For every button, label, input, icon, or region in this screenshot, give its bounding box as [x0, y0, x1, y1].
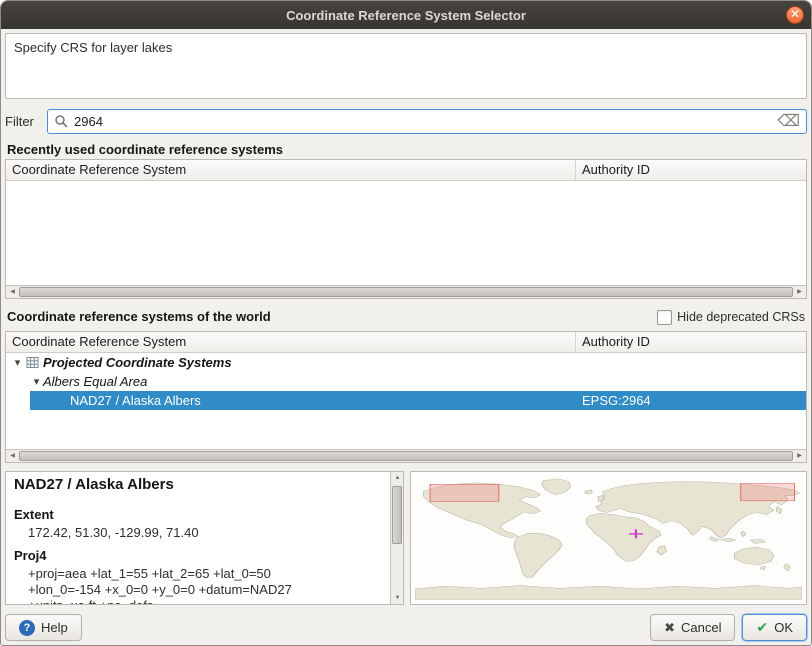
details-vertical-scrollbar[interactable]: ▲ ▼ — [390, 472, 403, 604]
dialog-button-row: ? Help ✖ Cancel ✔ OK — [5, 614, 807, 641]
scroll-up-icon[interactable]: ▲ — [391, 472, 404, 484]
bottom-panels: NAD27 / Alaska Albers Extent 172.42, 51.… — [5, 471, 807, 605]
extent-preview-map — [410, 471, 807, 605]
search-icon — [54, 114, 69, 134]
tree-subgroup-label: Albers Equal Area — [43, 374, 147, 389]
column-header-authority[interactable]: Authority ID — [576, 160, 806, 180]
column-header-crs[interactable]: Coordinate Reference System — [6, 160, 576, 180]
filter-label: Filter — [5, 114, 47, 129]
tree-group-label: Projected Coordinate Systems — [43, 355, 232, 370]
crs-authority-cell: EPSG:2964 — [576, 391, 806, 410]
tree-item-nad27-alaska-albers[interactable]: NAD27 / Alaska Albers EPSG:2964 — [6, 391, 806, 410]
recent-crs-table: Coordinate Reference System Authority ID… — [5, 159, 807, 299]
extent-label: Extent — [14, 507, 382, 522]
world-table-header: Coordinate Reference System Authority ID — [6, 332, 806, 353]
titlebar[interactable]: Coordinate Reference System Selector ✕ — [1, 1, 811, 29]
recent-heading: Recently used coordinate reference syste… — [7, 142, 807, 159]
scroll-down-icon[interactable]: ▼ — [391, 592, 404, 604]
hide-deprecated-label: Hide deprecated CRSs — [677, 310, 805, 324]
filter-input[interactable] — [74, 114, 780, 129]
column-header-authority[interactable]: Authority ID — [576, 332, 806, 352]
ok-button[interactable]: ✔ OK — [742, 614, 807, 641]
help-button[interactable]: ? Help — [5, 614, 82, 641]
crs-selector-dialog: Coordinate Reference System Selector ✕ S… — [0, 0, 812, 646]
scrollbar-handle[interactable] — [392, 486, 402, 544]
grid-icon — [26, 356, 39, 369]
message-text: Specify CRS for layer lakes — [14, 40, 172, 55]
close-icon[interactable]: ✕ — [786, 6, 804, 24]
checkbox-box[interactable] — [657, 310, 672, 325]
world-crs-tree: ▾ Projected Coordinate Systems ▾ Albers … — [6, 353, 806, 449]
collapse-arrow-icon[interactable]: ▾ — [11, 356, 24, 369]
recent-horizontal-scrollbar[interactable]: ◀ ▶ — [6, 285, 806, 298]
scroll-right-icon[interactable]: ▶ — [793, 450, 806, 462]
scroll-right-icon[interactable]: ▶ — [793, 286, 806, 298]
hide-deprecated-checkbox[interactable]: Hide deprecated CRSs — [657, 310, 805, 325]
filter-row: Filter ⌫ — [5, 109, 807, 134]
message-box: Specify CRS for layer lakes — [5, 33, 807, 99]
proj4-line: +lon_0=-154 +x_0=0 +y_0=0 +datum=NAD27 — [14, 582, 382, 597]
world-crs-table: Coordinate Reference System Authority ID… — [5, 331, 807, 463]
world-heading-row: Coordinate reference systems of the worl… — [5, 307, 807, 327]
proj4-label: Proj4 — [14, 548, 382, 563]
tree-group-projected-coordinate-systems[interactable]: ▾ Projected Coordinate Systems — [6, 353, 806, 372]
scroll-left-icon[interactable]: ◀ — [6, 450, 19, 462]
help-icon: ? — [19, 620, 35, 636]
window-title: Coordinate Reference System Selector — [286, 8, 526, 23]
world-map — [415, 476, 802, 600]
world-horizontal-scrollbar[interactable]: ◀ ▶ — [6, 449, 806, 462]
recent-crs-list — [6, 181, 806, 285]
proj4-line: +units=us-ft +no_defs — [14, 598, 382, 604]
world-heading: Coordinate reference systems of the worl… — [7, 309, 271, 326]
tree-subgroup-albers-equal-area[interactable]: ▾ Albers Equal Area — [6, 372, 806, 391]
column-header-crs[interactable]: Coordinate Reference System — [6, 332, 576, 352]
ok-check-icon: ✔ — [756, 619, 768, 636]
crs-name-cell: NAD27 / Alaska Albers — [6, 391, 576, 410]
scrollbar-handle[interactable] — [19, 451, 793, 461]
proj4-line: +proj=aea +lat_1=55 +lat_2=65 +lat_0=50 — [14, 566, 382, 581]
extent-value: 172.42, 51.30, -129.99, 71.40 — [14, 525, 382, 540]
collapse-arrow-icon[interactable]: ▾ — [30, 375, 43, 388]
filter-field[interactable]: ⌫ — [47, 109, 807, 134]
crs-details-panel: NAD27 / Alaska Albers Extent 172.42, 51.… — [5, 471, 404, 605]
scrollbar-handle[interactable] — [19, 287, 793, 297]
cancel-x-icon: ✖ — [664, 620, 675, 636]
crs-details-title: NAD27 / Alaska Albers — [14, 476, 382, 493]
scroll-left-icon[interactable]: ◀ — [6, 286, 19, 298]
cancel-button[interactable]: ✖ Cancel — [650, 614, 735, 641]
recent-table-header: Coordinate Reference System Authority ID — [6, 160, 806, 181]
dialog-body: Specify CRS for layer lakes Filter ⌫ Rec… — [1, 29, 811, 645]
clear-filter-icon[interactable]: ⌫ — [777, 112, 800, 132]
